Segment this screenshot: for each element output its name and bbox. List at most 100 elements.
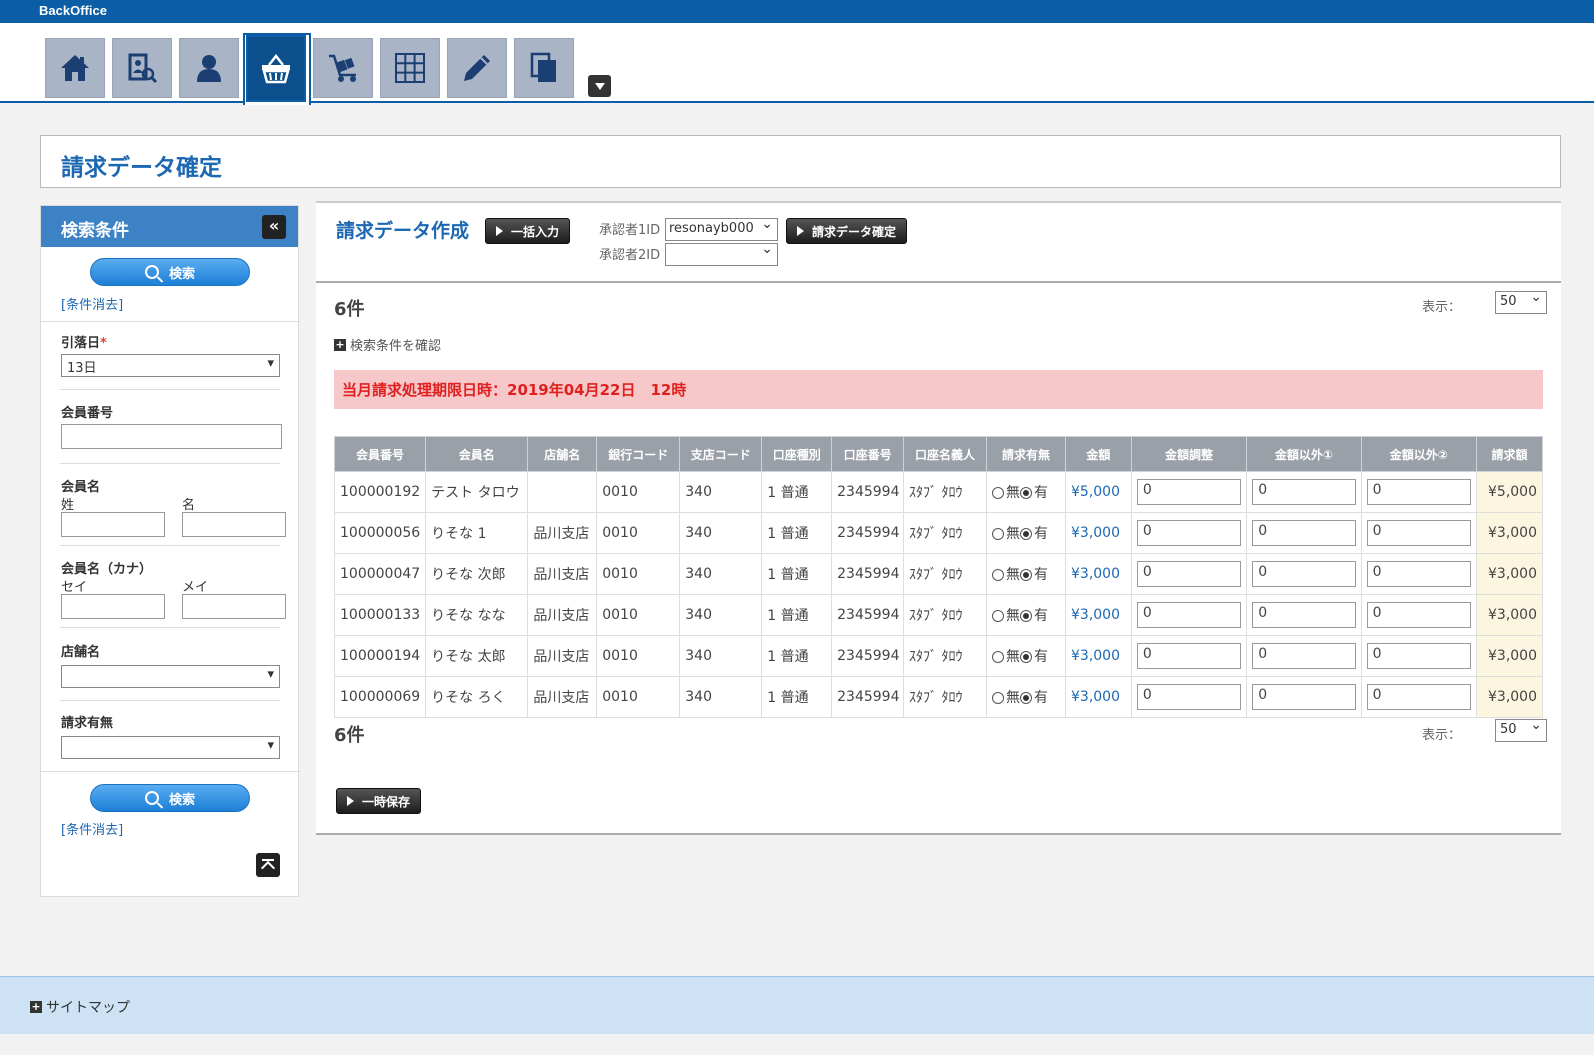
kana-last-input[interactable] [61, 594, 165, 619]
billing-no-label: 無 [1006, 526, 1021, 542]
other1-input[interactable]: 0 [1252, 479, 1357, 505]
other1-input[interactable]: 0 [1252, 684, 1357, 710]
show-conditions-label: 検索条件を確認 [350, 339, 442, 354]
first-name-label: 名 [182, 498, 196, 513]
other2-input[interactable]: 0 [1366, 561, 1471, 587]
kana-first-label: メイ [182, 580, 209, 595]
billing-no-radio[interactable] [992, 692, 1005, 704]
approver2-select[interactable] [665, 241, 778, 266]
confirm-billing-button[interactable]: 請求データ確定 [786, 218, 908, 244]
billing-no-radio[interactable] [992, 651, 1005, 663]
other2-cell: 0 [1360, 553, 1478, 595]
other2-input[interactable]: 0 [1366, 602, 1471, 628]
search-button-bottom[interactable]: 検索 [90, 784, 250, 812]
bank-code-cell: 0010 [596, 594, 681, 636]
other2-input[interactable]: 0 [1366, 643, 1471, 669]
amount-adjust-cell: 0 [1130, 635, 1248, 677]
amount-adjust-input[interactable]: 0 [1136, 479, 1241, 505]
divider [60, 545, 280, 546]
display-count-select-top[interactable]: 50 [1495, 289, 1547, 314]
other2-input[interactable]: 0 [1366, 684, 1471, 710]
billing-total-cell: ¥5,000 [1476, 471, 1543, 513]
billing-yes-radio[interactable] [1020, 692, 1033, 704]
deadline-alert: 当月請求処理期限日時：2019年04月22日 12時 [334, 370, 1543, 409]
other1-input[interactable]: 0 [1252, 561, 1357, 587]
amount-adjust-input[interactable]: 0 [1136, 643, 1241, 669]
amount-adjust-input[interactable]: 0 [1136, 561, 1241, 587]
nav-grid-button[interactable] [380, 38, 440, 98]
account-type-cell: 1 普通 [761, 553, 833, 595]
billing-no-radio[interactable] [992, 610, 1005, 622]
kana-first-input[interactable] [182, 594, 286, 619]
amount-cell: ¥3,000 [1065, 512, 1132, 554]
other2-input[interactable]: 0 [1366, 479, 1471, 505]
amount-adjust-cell: 0 [1130, 512, 1248, 554]
clear-conditions-link-top[interactable]: [条件消去] [61, 294, 123, 313]
search-button-label: 検索 [168, 792, 195, 808]
billing-yes-radio[interactable] [1020, 528, 1033, 540]
bulk-input-button[interactable]: 一括入力 [485, 218, 571, 244]
other2-input[interactable]: 0 [1366, 520, 1471, 546]
collapse-sidebar-button[interactable]: « [262, 215, 286, 239]
temporary-save-button[interactable]: 一時保存 [336, 788, 422, 814]
billing-yes-radio[interactable] [1020, 487, 1033, 499]
other1-input[interactable]: 0 [1252, 643, 1357, 669]
member-name-cell: りそな 太郎 [425, 635, 529, 677]
withdraw-day-label: 引落日* [61, 336, 107, 351]
other1-cell: 0 [1246, 676, 1362, 718]
amount-adjust-input[interactable]: 0 [1136, 684, 1241, 710]
billing-flag-cell: 無有 [986, 635, 1066, 677]
nav-basket-button[interactable] [246, 35, 306, 102]
billing-no-radio[interactable] [992, 487, 1005, 499]
nav-more-dropdown[interactable] [588, 75, 611, 97]
billing-yes-radio[interactable] [1020, 569, 1033, 581]
billing-flag-select[interactable] [61, 736, 280, 759]
billing-no-radio[interactable] [992, 569, 1005, 581]
member-search-icon [128, 53, 158, 84]
store-name-cell: 品川支店 [527, 553, 598, 595]
last-name-input[interactable] [61, 512, 165, 537]
member-no-input[interactable] [61, 424, 282, 449]
nav-user-button[interactable] [179, 38, 239, 98]
store-name-select[interactable] [61, 665, 280, 688]
result-count-bottom: 6件 [334, 725, 365, 746]
billing-flag-label: 請求有無 [61, 716, 114, 731]
billing-no-label: 無 [1006, 485, 1021, 501]
search-sidebar: 検索条件 « 検索 [条件消去] 引落日* 13日 会員番号 会員名 姓 名 会… [40, 205, 300, 897]
play-icon [347, 796, 354, 806]
app-title: BackOffice [39, 3, 107, 18]
withdraw-day-select[interactable]: 13日 [61, 354, 280, 377]
nav-edit-button[interactable] [447, 38, 507, 98]
display-count-select-bottom[interactable]: 50 [1495, 717, 1547, 742]
amount-adjust-cell: 0 [1130, 594, 1248, 636]
member-no-cell: 100000192 [333, 471, 427, 513]
other1-input[interactable]: 0 [1252, 602, 1357, 628]
show-conditions-toggle[interactable]: + 検索条件を確認 [334, 335, 441, 354]
store-name-cell: 品川支店 [527, 676, 598, 718]
nav-cart-button[interactable] [313, 38, 373, 98]
column-header: 店舗名 [527, 436, 598, 472]
nav-member-search-button[interactable] [112, 38, 172, 98]
amount-adjust-input[interactable]: 0 [1136, 520, 1241, 546]
approver2-label: 承認者2ID [599, 248, 661, 263]
user-icon [197, 55, 221, 82]
billing-yes-radio[interactable] [1020, 610, 1033, 622]
scroll-top-button[interactable] [256, 853, 280, 877]
other1-input[interactable]: 0 [1252, 520, 1357, 546]
amount-adjust-input[interactable]: 0 [1136, 602, 1241, 628]
account-no-cell: 2345994 [831, 594, 905, 636]
home-icon [61, 55, 89, 81]
search-button-top[interactable]: 検索 [90, 258, 250, 286]
sitemap-toggle[interactable]: + サイトマップ [30, 997, 130, 1017]
account-no-cell: 2345994 [831, 635, 905, 677]
member-no-cell: 100000069 [333, 676, 427, 718]
billing-yes-radio[interactable] [1020, 651, 1033, 663]
clear-conditions-link-bottom[interactable]: [条件消去] [61, 819, 123, 838]
billing-yes-label: 有 [1034, 649, 1049, 665]
branch-code-cell: 340 [679, 512, 763, 554]
first-name-input[interactable] [182, 512, 286, 537]
nav-home-button[interactable] [45, 38, 105, 98]
approver1-select[interactable]: resonayb000 [665, 216, 778, 241]
billing-no-radio[interactable] [992, 528, 1005, 540]
nav-documents-button[interactable] [514, 38, 574, 98]
